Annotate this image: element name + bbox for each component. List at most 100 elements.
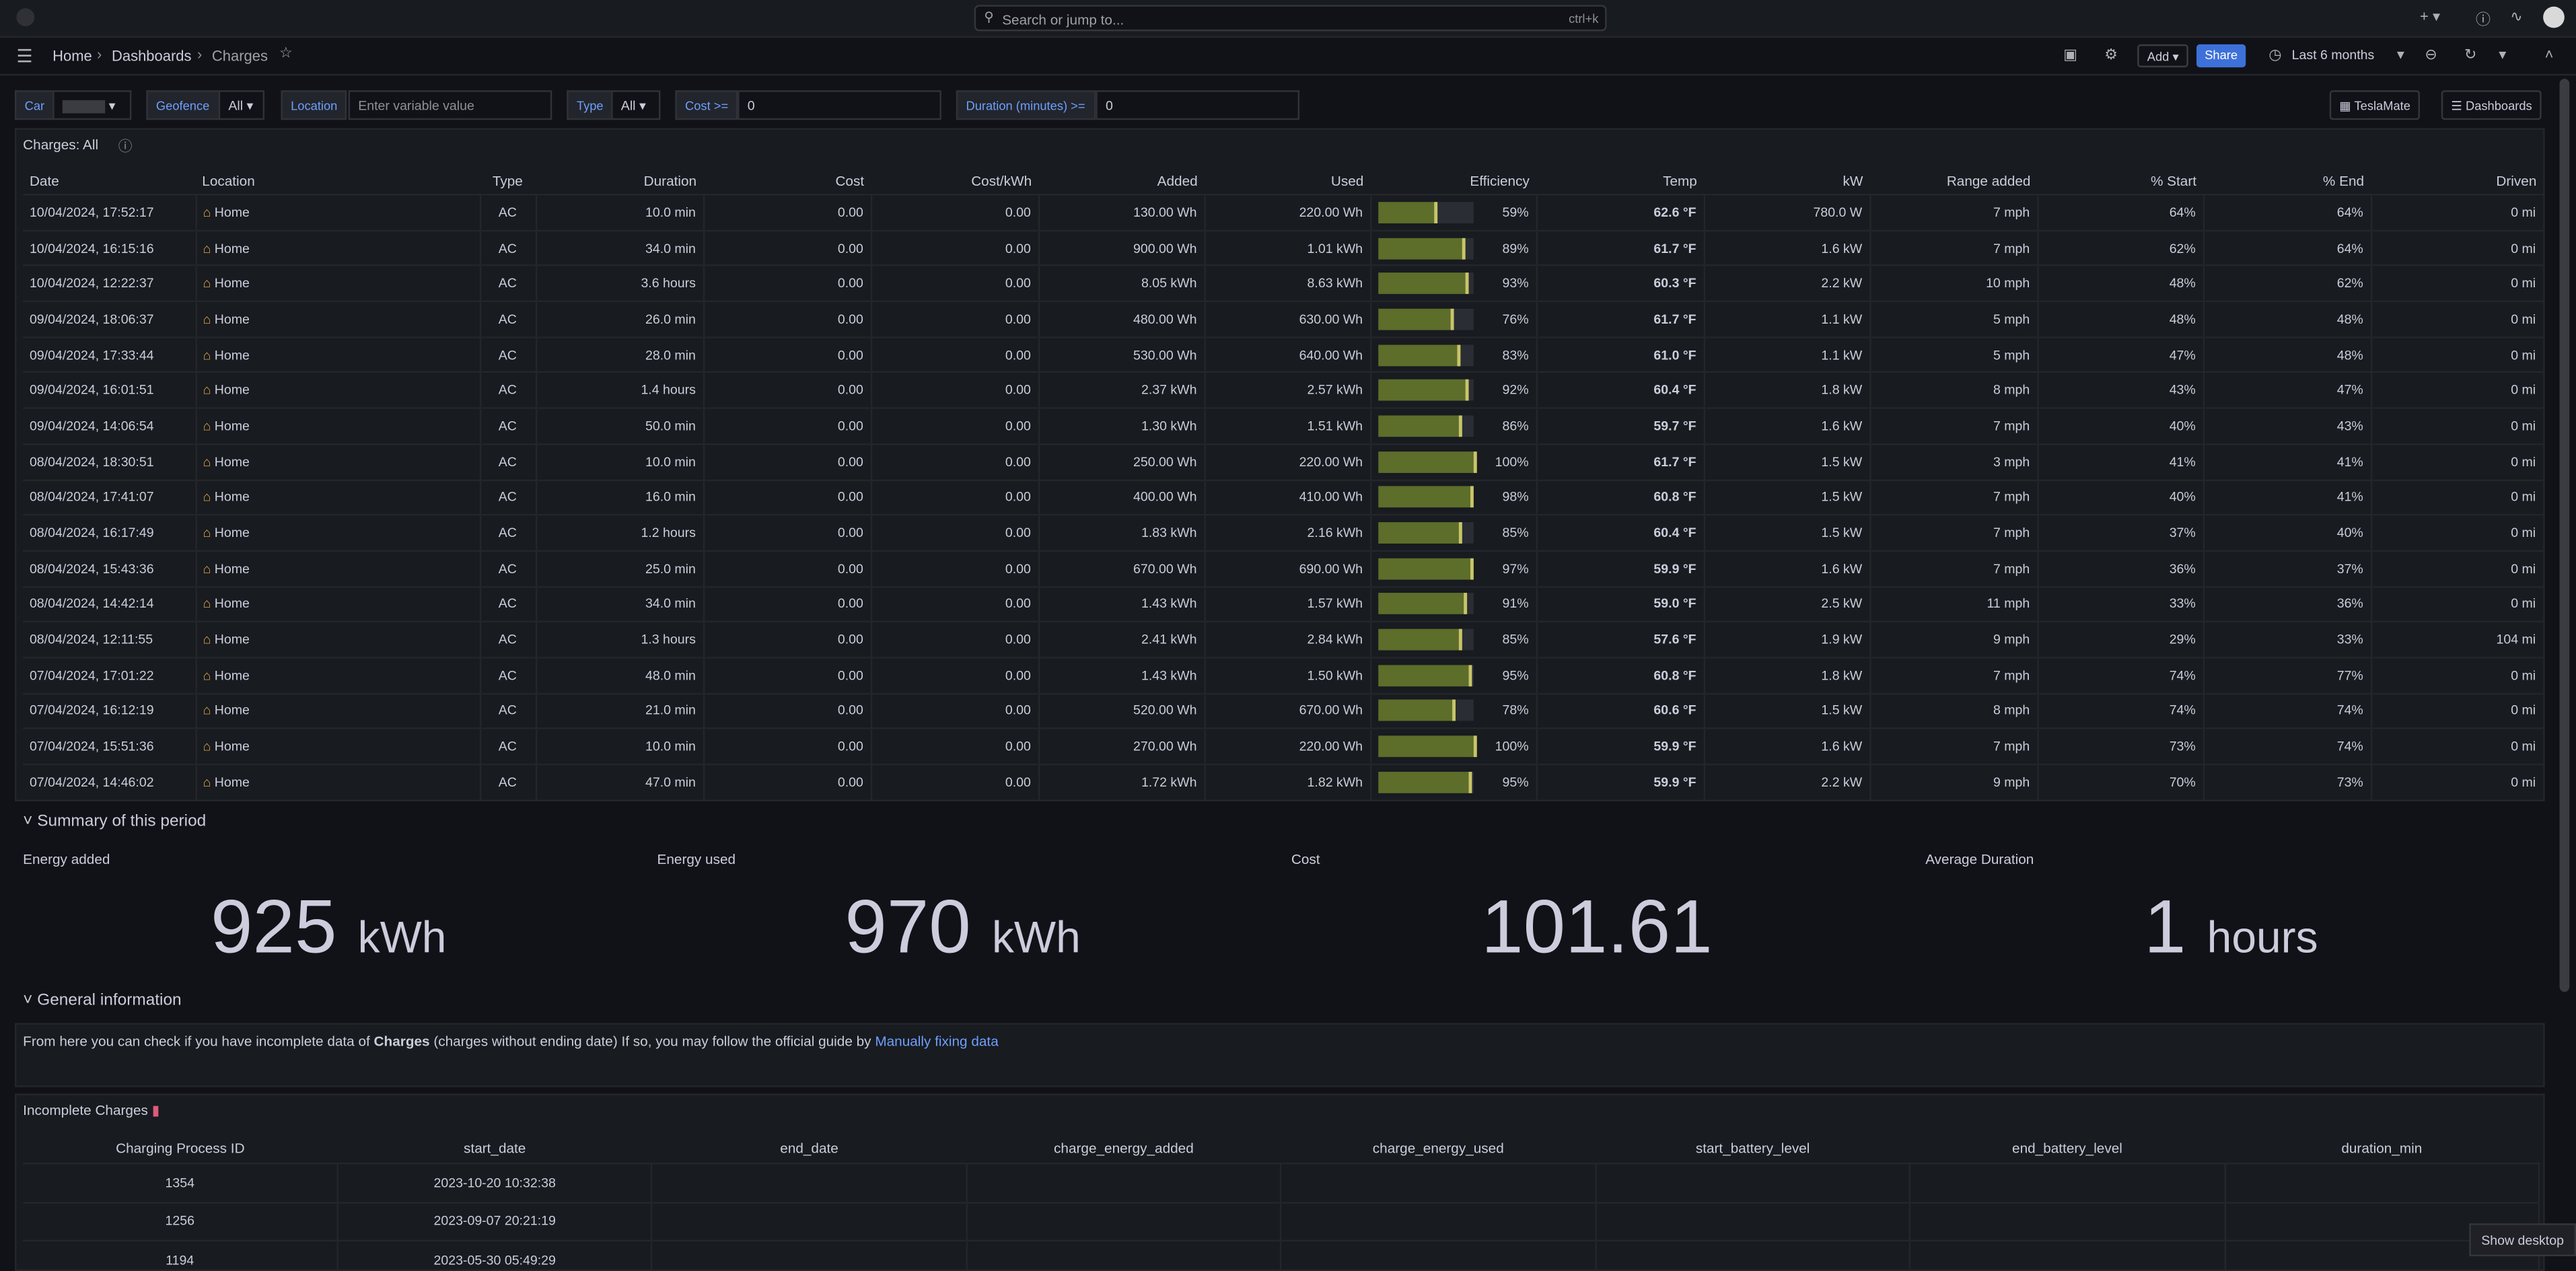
location-variable-input[interactable]: Enter variable value [348, 90, 552, 120]
location-link[interactable]: ⌂ Home [195, 550, 481, 587]
dashboards-link[interactable]: ☰ Dashboards [2441, 90, 2542, 120]
rss-icon[interactable]: ∿ [2510, 8, 2522, 26]
location-link[interactable]: ⌂ Home [195, 585, 481, 622]
column-header[interactable]: Driven [2371, 166, 2543, 195]
time-range-picker[interactable]: Last 6 months [2292, 48, 2375, 63]
column-header[interactable]: Charging Process ID [23, 1132, 337, 1164]
charge-date-link[interactable]: 07/04/2024, 16:12:19 [23, 692, 196, 729]
column-header[interactable]: Added [1038, 166, 1205, 195]
charge-date-link[interactable]: 08/04/2024, 15:43:36 [23, 550, 196, 587]
charge-date-link[interactable]: 10/04/2024, 17:52:17 [23, 194, 196, 231]
save-icon[interactable]: ▣ [2063, 46, 2077, 64]
charge-date-link[interactable]: 08/04/2024, 14:42:14 [23, 585, 196, 622]
breadcrumb-dashboards[interactable]: Dashboards [112, 48, 191, 64]
location-link[interactable]: ⌂ Home [195, 371, 481, 408]
share-button[interactable]: Share [2196, 44, 2246, 68]
charge-date-link[interactable]: 10/04/2024, 12:22:37 [23, 264, 196, 302]
cost-link[interactable]: 0.00 [703, 550, 872, 587]
show-desktop-button[interactable]: Show desktop [2469, 1223, 2576, 1257]
column-header[interactable]: Date [23, 166, 195, 195]
charge-date-link[interactable]: 07/04/2024, 14:46:02 [23, 763, 196, 799]
teslamate-link[interactable]: ▦ TeslaMate [2329, 90, 2421, 120]
column-header[interactable]: % Start [2037, 166, 2203, 195]
charge-date-link[interactable]: 08/04/2024, 16:17:49 [23, 514, 196, 551]
cost-link[interactable]: 0.00 [703, 264, 872, 302]
location-link[interactable]: ⌂ Home [195, 443, 481, 480]
cost-link[interactable]: 0.00 [703, 585, 872, 622]
column-header[interactable]: Location [196, 166, 480, 195]
info-icon[interactable]: ⓘ [118, 137, 133, 156]
location-link[interactable]: ⌂ Home [195, 692, 481, 729]
location-link[interactable]: ⌂ Home [195, 194, 481, 231]
column-header[interactable]: Type [480, 166, 536, 195]
charge-date-link[interactable]: 07/04/2024, 17:01:22 [23, 657, 196, 694]
column-header[interactable]: kW [1704, 166, 1870, 195]
zoom-out-icon[interactable]: ⊖ [2425, 46, 2437, 64]
cost-link[interactable]: 0.00 [703, 407, 872, 444]
search-input[interactable]: ⚲ Search or jump to... ctrl+k [974, 5, 1607, 32]
cost-link[interactable]: 0.00 [703, 371, 872, 408]
cost-link[interactable]: 0.00 [703, 692, 872, 729]
gear-icon[interactable]: ⚙ [2104, 46, 2118, 64]
column-header[interactable]: charge_energy_used [1281, 1132, 1596, 1164]
location-link[interactable]: ⌂ Home [195, 657, 481, 694]
plus-icon[interactable]: + ▾ [2420, 8, 2440, 26]
column-header[interactable]: charge_energy_added [966, 1132, 1281, 1164]
column-header[interactable]: Cost/kWh [871, 166, 1038, 195]
charge-date-link[interactable]: 09/04/2024, 14:06:54 [23, 407, 196, 444]
refresh-interval-icon[interactable]: ▾ [2499, 46, 2506, 64]
cost-link[interactable]: 0.00 [703, 763, 872, 799]
location-link[interactable]: ⌂ Home [195, 407, 481, 444]
geofence-variable-select[interactable]: All ▾ [218, 90, 265, 120]
column-header[interactable]: end_battery_level [1910, 1132, 2224, 1164]
column-header[interactable]: start_battery_level [1596, 1132, 1910, 1164]
column-header[interactable]: end_date [652, 1132, 966, 1164]
manually-fixing-data-link[interactable]: Manually fixing data [875, 1033, 998, 1049]
star-icon[interactable]: ☆ [279, 44, 293, 63]
car-variable-select[interactable]: ▾ [52, 90, 132, 120]
avatar[interactable] [2543, 6, 2565, 28]
charge-date-link[interactable]: 07/04/2024, 15:51:36 [23, 727, 196, 765]
charge-date-link[interactable]: 08/04/2024, 12:11:55 [23, 621, 196, 658]
cost-link[interactable]: 0.00 [703, 336, 872, 373]
chevron-down-icon[interactable]: ▾ [2397, 46, 2404, 64]
cost-link[interactable]: 0.00 [703, 194, 872, 231]
location-link[interactable]: ⌂ Home [195, 229, 481, 266]
column-header[interactable]: Used [1204, 166, 1370, 195]
column-header[interactable]: duration_min [2225, 1132, 2539, 1164]
cost-link[interactable]: 0.00 [703, 657, 872, 694]
help-icon[interactable]: ⓘ [2476, 8, 2491, 30]
column-header[interactable]: Cost [703, 166, 871, 195]
duration-variable-input[interactable]: 0 [1096, 90, 1300, 120]
refresh-icon[interactable]: ↻ [2464, 46, 2476, 64]
summary-section-toggle[interactable]: ˅ Summary of this period [23, 813, 206, 831]
cost-link[interactable]: 0.00 [703, 514, 872, 551]
column-header[interactable]: Range added [1869, 166, 2037, 195]
column-header[interactable]: Duration [536, 166, 703, 195]
add-button[interactable]: Add ▾ [2137, 44, 2189, 68]
page-scrollbar[interactable] [2559, 79, 2570, 992]
location-link[interactable]: ⌂ Home [195, 478, 481, 515]
menu-icon[interactable]: ☰ [16, 46, 32, 67]
collapse-icon[interactable]: ˄ [2545, 46, 2554, 62]
cost-link[interactable]: 0.00 [703, 478, 872, 515]
location-link[interactable]: ⌂ Home [195, 336, 481, 373]
cost-link[interactable]: 0.00 [703, 621, 872, 658]
type-variable-select[interactable]: All ▾ [611, 90, 661, 120]
charge-date-link[interactable]: 09/04/2024, 16:01:51 [23, 371, 196, 408]
charge-date-link[interactable]: 10/04/2024, 16:15:16 [23, 229, 196, 266]
cost-link[interactable]: 0.00 [703, 727, 872, 765]
column-header[interactable]: Efficiency [1370, 166, 1536, 195]
grafana-logo-icon[interactable] [16, 8, 35, 27]
location-link[interactable]: ⌂ Home [195, 621, 481, 658]
cost-link[interactable]: 0.00 [703, 229, 872, 266]
location-link[interactable]: ⌂ Home [195, 264, 481, 302]
charge-date-link[interactable]: 09/04/2024, 18:06:37 [23, 300, 196, 337]
cost-variable-input[interactable]: 0 [738, 90, 941, 120]
charge-date-link[interactable]: 08/04/2024, 17:41:07 [23, 478, 196, 515]
charge-date-link[interactable]: 09/04/2024, 17:33:44 [23, 336, 196, 373]
general-section-toggle[interactable]: ˅ General information [23, 992, 181, 1010]
location-link[interactable]: ⌂ Home [195, 514, 481, 551]
charge-date-link[interactable]: 08/04/2024, 18:30:51 [23, 443, 196, 480]
cost-link[interactable]: 0.00 [703, 300, 872, 337]
